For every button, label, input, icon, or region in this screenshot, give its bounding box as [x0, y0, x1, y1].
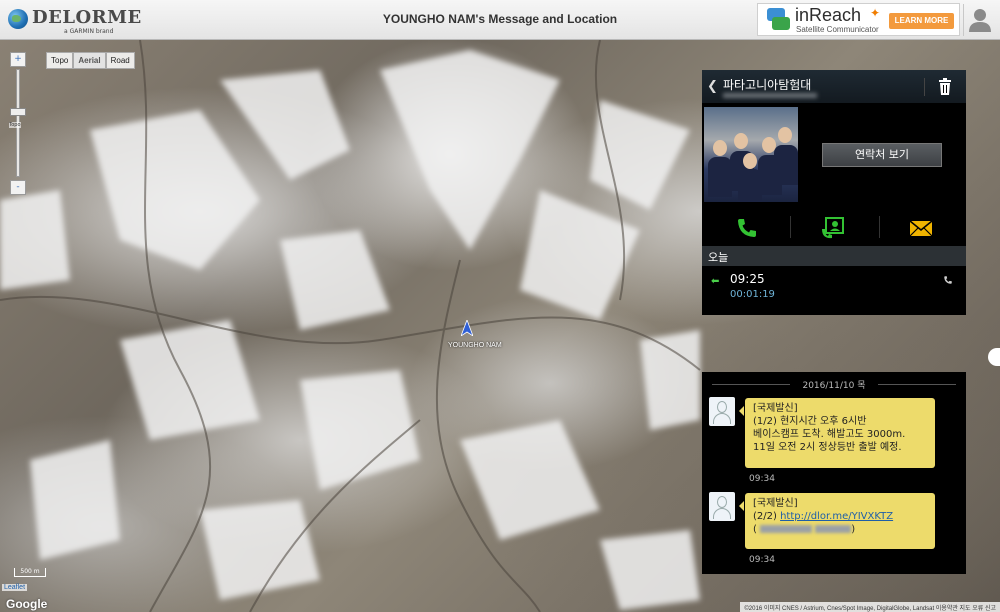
phone-icon [738, 219, 756, 237]
location-marker-icon[interactable] [461, 320, 473, 336]
message-line: [국제발신] [753, 403, 798, 414]
paren-open: ( [753, 524, 757, 535]
leaflet-link[interactable]: Leaflet [2, 584, 28, 591]
message-link: http://dlor.me/YIVXKTZ [780, 511, 894, 522]
action-bar [702, 210, 966, 245]
star-icon: ✦ [870, 6, 881, 20]
sender-avatar [709, 397, 735, 426]
map-type-topo[interactable]: Topo [46, 52, 74, 69]
logo-subtitle: a GARMIN brand [64, 28, 114, 35]
message-line: (2/2) http://dlor.me/YIVXKTZ [753, 510, 927, 523]
call-time: 09:25 [730, 272, 765, 286]
contact-card-icon [822, 217, 844, 239]
incoming-call-arrow-icon: ⬅ [711, 276, 720, 287]
call-duration: 00:01:19 [730, 289, 775, 300]
learn-more-button[interactable]: LEARN MORE [889, 13, 954, 29]
view-contact-button: 연락처 보기 [822, 143, 942, 167]
message-bubble: [국제발신] (2/2) http://dlor.me/YIVXKTZ ( ) [739, 493, 935, 549]
inreach-banner[interactable]: inReach ✦ Satellite Communicator LEARN M… [757, 3, 960, 36]
user-icon [969, 9, 991, 32]
zoom-in-button[interactable]: + [10, 52, 26, 67]
zoom-slider-handle[interactable] [10, 108, 26, 116]
zoom-control[interactable]: + Topo - [9, 52, 26, 196]
zoom-level-label: Topo [9, 122, 21, 128]
message-time: 09:34 [749, 555, 775, 565]
small-phone-icon [944, 276, 952, 284]
blurred-text [815, 525, 852, 533]
google-logo: Google [6, 597, 48, 611]
message-line: ( ) [753, 523, 927, 536]
message-line: (1/2) 현지시간 오후 6시반 [753, 416, 867, 427]
message-prefix: (2/2) [753, 511, 781, 522]
banner-subtitle: Satellite Communicator [796, 25, 879, 34]
blurred-text [760, 525, 813, 533]
map-type-aerial[interactable]: Aerial [73, 52, 106, 69]
map-scale: 500 m [14, 568, 46, 577]
contact-photo [704, 107, 798, 202]
message-line: 11일 오전 2시 정상등반 출발 예정. [753, 442, 902, 453]
blurred-number [723, 93, 817, 98]
message-time: 09:34 [749, 474, 775, 484]
phone-header: ❮ 파타고니아탐험대 [702, 70, 966, 103]
top-header: DELORME a GARMIN brand YOUNGHO NAM's Mes… [0, 0, 1000, 40]
message-line: 베이스캠프 도착. 해발고도 3000m. [753, 429, 906, 440]
marker-label: YOUNGHO NAM [448, 342, 502, 349]
paren-close: ) [851, 524, 856, 535]
sender-avatar [709, 492, 735, 521]
message-bubble: [국제발신] (1/2) 현지시간 오후 6시반 베이스캠프 도착. 해발고도 … [739, 398, 935, 468]
date-header: 오늘 [702, 246, 966, 266]
message-screenshot: 2016/11/10 목 [국제발신] (1/2) 현지시간 오후 6시반 베이… [702, 372, 966, 574]
zoom-out-button[interactable]: - [10, 180, 26, 195]
offscreen-marker[interactable] [988, 348, 1000, 366]
chat-bubble-icon [772, 17, 790, 30]
call-log-screenshot: ❮ 파타고니아탐험대 연락처 보기 오늘 ⬅ 09:25 00:01:19 [702, 70, 966, 315]
banner-brand: inReach [795, 5, 862, 25]
header-divider [924, 78, 925, 96]
message-date: 2016/11/10 목 [712, 378, 956, 391]
map-type-road[interactable]: Road [105, 52, 135, 69]
action-divider [790, 216, 791, 238]
trash-icon [939, 78, 951, 95]
map-type-switcher: Topo Aerial Road [46, 52, 135, 69]
map-attribution[interactable]: ©2016 이미지 CNES / Astrium, Cnes/Spot Imag… [740, 602, 1000, 612]
back-icon: ❮ [707, 79, 718, 94]
today-label: 오늘 [708, 251, 729, 264]
contact-name: 파타고니아탐험대 [723, 78, 812, 92]
envelope-icon [909, 220, 933, 237]
message-line: [국제발신] [753, 498, 798, 509]
user-account-button[interactable] [963, 4, 997, 36]
action-divider [879, 216, 880, 238]
